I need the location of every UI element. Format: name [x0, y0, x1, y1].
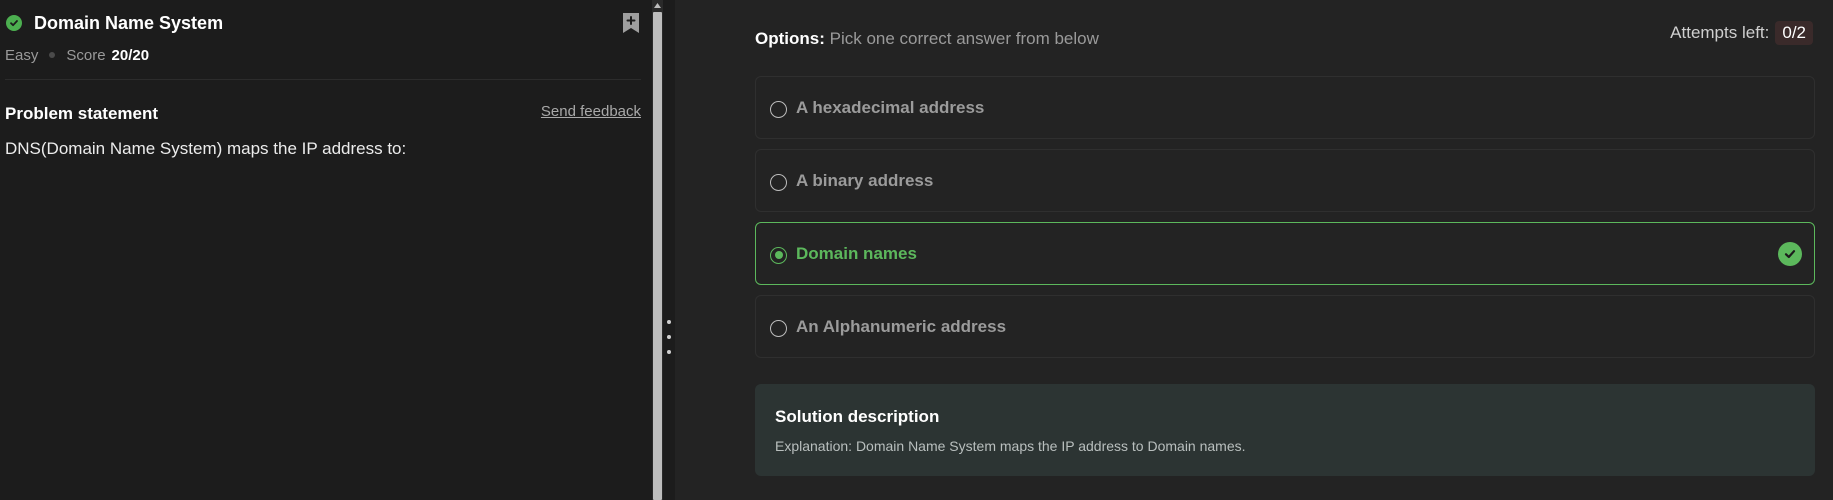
- option-label: Domain names: [796, 243, 917, 263]
- score-label: Score: [66, 46, 106, 64]
- problem-panel: Domain Name System Easy Score 20/20 Prob…: [0, 0, 652, 500]
- radio-dot: [774, 251, 783, 259]
- problem-statement-text: DNS(Domain Name System) maps the IP addr…: [5, 139, 407, 158]
- divider: [5, 79, 641, 80]
- score-value: 20/20: [111, 46, 150, 64]
- difficulty-label: Easy: [5, 46, 39, 64]
- attempts-badge: 0/2: [1775, 21, 1813, 45]
- solved-check-icon: [6, 15, 22, 31]
- grip-dot: [667, 350, 671, 354]
- send-feedback-link[interactable]: Send feedback: [541, 103, 641, 120]
- radio-button-selected[interactable]: [770, 246, 787, 264]
- option-label: An Alphanumeric address: [796, 316, 1007, 336]
- problem-meta: Easy Score 20/20: [5, 45, 149, 65]
- attempts-label: Attempts left:: [1670, 23, 1770, 42]
- option-binary-address[interactable]: A binary address: [755, 149, 1815, 212]
- grip-dot: [667, 335, 671, 339]
- panel-resize-handle[interactable]: [663, 0, 675, 500]
- option-domain-names[interactable]: Domain names: [755, 222, 1815, 285]
- app: Domain Name System Easy Score 20/20 Prob…: [0, 0, 1833, 500]
- problem-header: Domain Name System: [6, 10, 640, 36]
- option-label: A binary address: [796, 170, 934, 190]
- problem-statement-heading: Problem statement: [5, 104, 159, 123]
- radio-button[interactable]: [770, 100, 787, 118]
- option-alphanumeric-address[interactable]: An Alphanumeric address: [755, 295, 1815, 358]
- options-label-bold: Options:: [755, 29, 825, 48]
- solution-text: Explanation: Domain Name System maps the…: [775, 438, 1246, 454]
- option-hexadecimal-address[interactable]: A hexadecimal address: [755, 76, 1815, 139]
- option-label: A hexadecimal address: [796, 97, 985, 117]
- check-circle-icon: [1778, 242, 1802, 266]
- scroll-up-arrow-icon[interactable]: [653, 0, 662, 10]
- solution-box: Solution description Explanation: Domain…: [755, 384, 1815, 476]
- bookmark-plus-icon[interactable]: [622, 12, 640, 34]
- scrollbar-thumb[interactable]: [653, 12, 662, 500]
- attempts-indicator: Attempts left: 0/2: [1670, 21, 1813, 45]
- separator-dot: [49, 52, 56, 58]
- radio-button[interactable]: [770, 173, 787, 191]
- options-label-text: Pick one correct answer from below: [829, 29, 1099, 48]
- options-instructions: Options: Pick one correct answer from be…: [755, 29, 1099, 49]
- problem-title: Domain Name System: [34, 12, 224, 33]
- solution-title: Solution description: [775, 407, 940, 426]
- quiz-panel: Options: Pick one correct answer from be…: [675, 0, 1833, 500]
- grip-dot: [667, 320, 671, 324]
- radio-button[interactable]: [770, 319, 787, 337]
